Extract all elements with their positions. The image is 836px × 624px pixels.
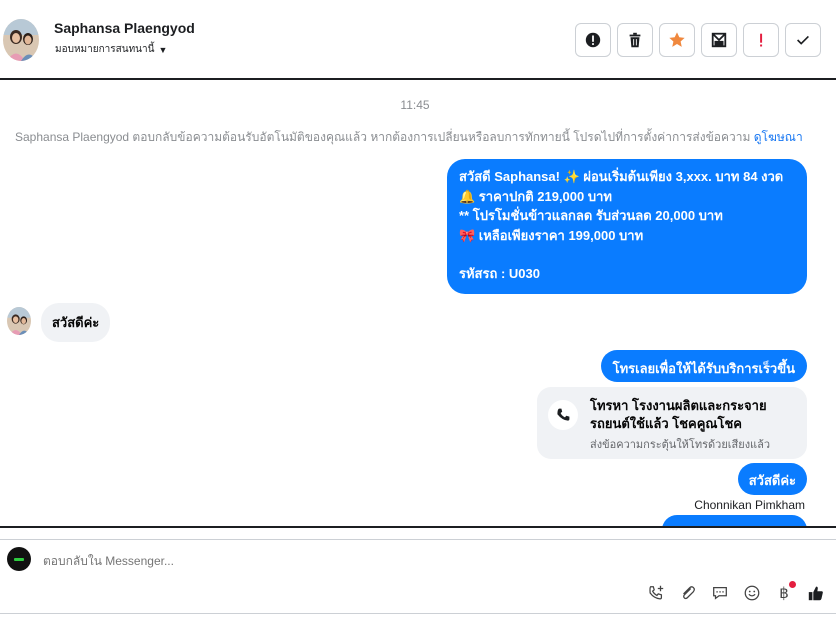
- phone-icon: [548, 400, 578, 430]
- call-request-card: โทรหา โรงงานผลิตและกระจาย รถยนต์ใช้แล้ว …: [537, 387, 807, 459]
- message-line: 🔔 ราคาปกติ 219,000 บาท: [459, 188, 612, 204]
- info-button[interactable]: [575, 23, 611, 57]
- important-button[interactable]: [743, 23, 779, 57]
- message-line: สวัสดี Saphansa! ✨ ผ่อนเริ่มต้นเพียง 3,x…: [459, 169, 784, 184]
- thumbs-up-icon: [808, 586, 823, 601]
- view-ad-link[interactable]: ดูโฆษณา: [754, 130, 803, 144]
- notice-text: Saphansa Plaengyod ตอบกลับข้อความต้อนรับ…: [15, 130, 751, 144]
- outgoing-message: สวัสดี Saphansa! ✨ ผ่อนเริ่มต้นเพียง 3,x…: [447, 159, 807, 294]
- star-button[interactable]: [659, 23, 695, 57]
- smiley-icon: [744, 585, 760, 601]
- auto-reply-notice: Saphansa Plaengyod ตอบกลับข้อความต้อนรับ…: [15, 128, 803, 147]
- message-timestamp: 11:45: [400, 98, 430, 112]
- contact-name: Saphansa Plaengyod: [54, 20, 195, 36]
- message-line: [459, 245, 795, 264]
- conversation-toolbar: [575, 23, 821, 57]
- trash-icon: [629, 32, 641, 48]
- baht-icon: ฿: [779, 585, 789, 602]
- spam-button[interactable]: [701, 23, 737, 57]
- chat-bubble-icon: [713, 586, 727, 600]
- attach-button[interactable]: [678, 583, 698, 603]
- call-card-title: โทรหา โรงงานผลิตและกระจาย รถยนต์ใช้แล้ว …: [590, 398, 767, 431]
- reply-input[interactable]: [43, 554, 443, 568]
- payment-button[interactable]: ฿: [774, 581, 796, 603]
- paperclip-icon: [683, 586, 695, 600]
- outgoing-message-partial: [662, 515, 807, 526]
- composer-actions: ฿: [646, 581, 826, 603]
- saved-replies-button[interactable]: [710, 583, 730, 603]
- spam-icon: [711, 32, 727, 48]
- contact-avatar[interactable]: [3, 19, 39, 61]
- thread-divider: [0, 526, 836, 528]
- caret-down-icon: ▼: [158, 44, 168, 55]
- phone-plus-icon: [649, 585, 664, 600]
- like-button[interactable]: [806, 583, 826, 603]
- call-card-subtitle: ส่งข้อความกระตุ้นให้โทรด้วยเสียงแล้ว: [590, 439, 771, 451]
- message-line: 🎀 เหลือเพียงราคา 199,000 บาท: [459, 227, 644, 243]
- delete-button[interactable]: [617, 23, 653, 57]
- phone-plus-button[interactable]: [646, 583, 666, 603]
- emoji-button[interactable]: [742, 583, 762, 603]
- assign-label: มอบหมายการสนทนานี้: [55, 44, 155, 55]
- page-avatar: [7, 547, 31, 571]
- check-icon: [797, 35, 809, 45]
- important-icon: [760, 33, 763, 47]
- notification-dot: [789, 581, 796, 588]
- conversation-header: Saphansa Plaengyod มอบหมายการสนทนานี้ ▼: [0, 0, 836, 80]
- outgoing-message: สวัสดีค่ะ: [737, 463, 807, 495]
- message-line: รหัสรถ : U030: [459, 266, 540, 281]
- conversation-thread[interactable]: 11:45 Saphansa Plaengyod ตอบกลับข้อความต…: [0, 82, 836, 526]
- sender-name: Chonnikan Pimkham: [694, 498, 805, 512]
- info-icon: [585, 32, 601, 48]
- mark-done-button[interactable]: [785, 23, 821, 57]
- star-icon: [669, 32, 685, 47]
- incoming-message: สวัสดีค่ะ: [41, 303, 111, 342]
- message-line: ** โปรโมชั่นข้าวแลกลด รับส่วนลด 20,000 บ…: [459, 208, 723, 223]
- assign-conversation-dropdown[interactable]: มอบหมายการสนทนานี้ ▼: [55, 42, 167, 57]
- reply-composer: ฿: [0, 539, 836, 614]
- contact-avatar-small: [7, 307, 31, 335]
- outgoing-message: โทรเลยเพื่อให้ได้รับบริการเร็วขึ้น: [600, 350, 807, 382]
